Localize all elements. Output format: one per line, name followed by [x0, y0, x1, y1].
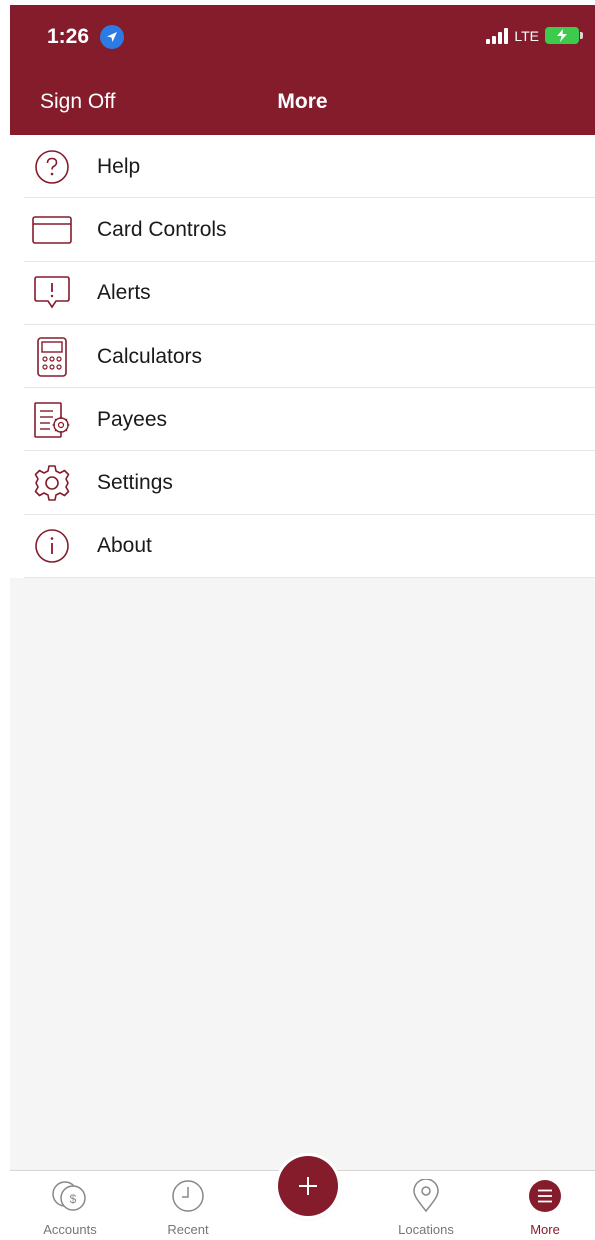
sign-off-button[interactable]: Sign Off	[40, 90, 116, 114]
tab-recent[interactable]: Recent	[138, 1179, 238, 1237]
location-arrow-icon	[100, 25, 124, 49]
status-indicators: LTE	[486, 27, 583, 44]
menu-item-label: Calculators	[97, 344, 203, 368]
tab-more[interactable]: More	[495, 1179, 595, 1237]
battery-charging-icon	[545, 27, 583, 44]
menu-list: Help Card Controls Alerts Calculators Pa…	[10, 135, 595, 579]
menu-item-label: Card Controls	[97, 217, 227, 241]
menu-item-label: About	[97, 534, 152, 558]
alert-bubble-icon	[32, 273, 72, 313]
card-icon	[32, 210, 72, 250]
header: 1:26 LTE Sign Off More	[10, 5, 595, 135]
calculator-icon	[32, 336, 72, 377]
help-circle-icon	[32, 147, 72, 187]
menu-item-help[interactable]: Help	[10, 135, 595, 199]
menu-item-calculators[interactable]: Calculators	[10, 325, 595, 389]
tab-label: Accounts	[43, 1222, 97, 1237]
network-type: LTE	[514, 27, 539, 44]
menu-icon	[495, 1179, 595, 1218]
status-time: 1:26	[47, 25, 90, 48]
location-pin-icon	[376, 1178, 476, 1218]
gear-icon	[32, 463, 72, 503]
menu-item-label: Payees	[97, 407, 168, 431]
payees-document-icon	[32, 400, 72, 440]
svg-text:$: $	[70, 1192, 77, 1206]
screen: 1:26 LTE Sign Off More Help Card Control…	[10, 5, 595, 1240]
menu-item-payees[interactable]: Payees	[10, 388, 595, 452]
plus-icon	[296, 1165, 320, 1207]
info-circle-icon	[32, 526, 72, 566]
signal-icon	[486, 27, 509, 44]
tab-label: Recent	[167, 1222, 209, 1237]
tab-label: More	[530, 1222, 560, 1237]
tab-label: Locations	[398, 1222, 454, 1237]
tab-locations[interactable]: Locations	[376, 1178, 476, 1237]
clock-icon	[138, 1179, 238, 1218]
menu-item-about[interactable]: About	[10, 515, 595, 579]
add-button[interactable]	[278, 1156, 338, 1216]
tab-accounts[interactable]: $ Accounts	[20, 1179, 120, 1237]
menu-item-card-controls[interactable]: Card Controls	[10, 198, 595, 262]
menu-item-label: Settings	[97, 471, 173, 495]
menu-item-settings[interactable]: Settings	[10, 451, 595, 516]
menu-item-alerts[interactable]: Alerts	[10, 262, 595, 326]
tab-bar: $ Accounts Recent Locations More	[10, 1156, 595, 1240]
menu-item-label: Help	[97, 154, 141, 178]
coins-icon: $	[20, 1179, 120, 1218]
menu-item-label: Alerts	[97, 281, 151, 305]
